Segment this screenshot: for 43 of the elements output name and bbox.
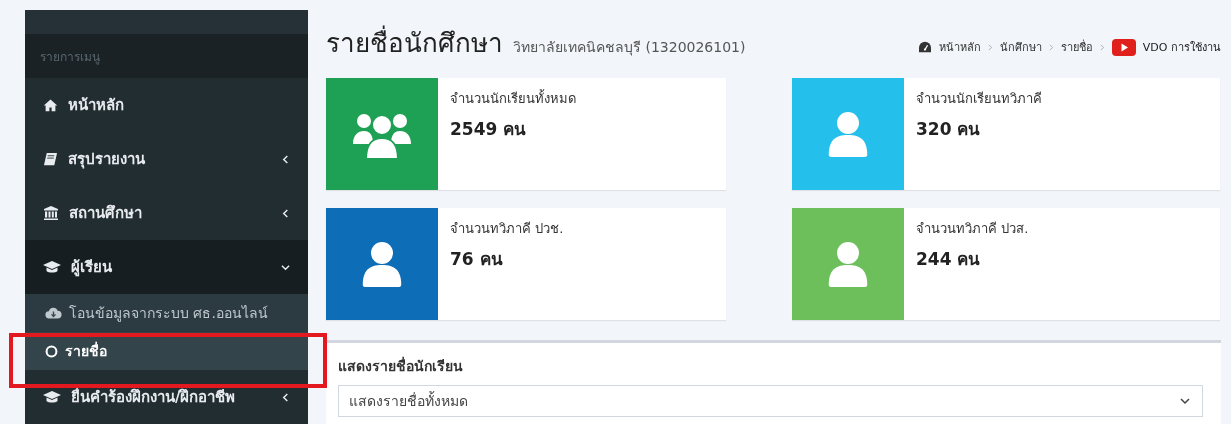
stat-label: จำนวนทวิภาคี ปวช. [450,220,564,238]
sidebar-item[interactable]: สถานศึกษา [25,186,308,240]
chevron-right-icon [1099,43,1105,51]
menu-header: รายการเมนู [25,34,308,78]
dashboard-icon [917,41,932,53]
circle-icon [45,344,58,358]
stat-label: จำนวนทวิภาคี ปวส. [916,220,1029,238]
sidebar-item[interactable]: ผู้เรียน [25,240,308,294]
list-select[interactable]: แสดงรายชื่อทั้งหมด [338,385,1203,417]
stat-label: จำนวนนักเรียนทั้งหมด [450,88,576,108]
home-icon [43,97,58,113]
chevron-left-icon [281,208,290,218]
person-icon [360,241,404,287]
graduation-cap-icon [43,260,61,274]
chevron-left-icon [281,392,290,402]
stat-value: 76 คน [450,248,504,271]
book-icon [43,151,58,167]
chevron-down-icon [281,262,290,272]
person-icon [826,241,870,287]
page-title: รายชื่อนักศึกษา [326,22,503,63]
breadcrumb-link[interactable]: หน้าหลัก [938,38,981,56]
chevron-right-icon [1048,43,1054,51]
chevron-down-icon [1180,396,1190,406]
page-subtitle: วิทยาลัยเทคนิคชลบุรี (1320026101) [513,38,746,58]
sidebar-item[interactable]: สรุปรายงาน [25,132,308,186]
person-icon [826,111,870,157]
breadcrumb-link[interactable]: รายชื่อ [1060,38,1093,56]
select-label: แสดงรายชื่อนักเรียน [338,355,464,376]
sidebar-item[interactable]: ยื่นคำร้องฝึกงาน/ฝึกอาชีพ [25,370,308,424]
breadcrumb-link[interactable]: นักศึกษา [999,38,1042,56]
video-link[interactable]: VDO การใช้งาน [1142,38,1221,56]
video-play-icon [1111,38,1136,56]
chevron-right-icon [987,43,993,51]
submenu-item[interactable]: โอนข้อมูลจากระบบ ศธ.ออนไลน์ [25,294,308,332]
sidebar-item[interactable]: หน้าหลัก [25,78,308,132]
graduation-cap-icon [43,390,61,404]
bank-icon [43,205,59,221]
stat-label: จำนวนนักเรียนทวิภาคี [916,90,1042,108]
stat-value: 320 คน [916,118,982,141]
stat-value: 244 คน [916,248,982,271]
stat-value: 2549 คน [450,118,528,141]
chevron-left-icon [281,154,290,164]
cloud-download-icon [45,307,62,319]
